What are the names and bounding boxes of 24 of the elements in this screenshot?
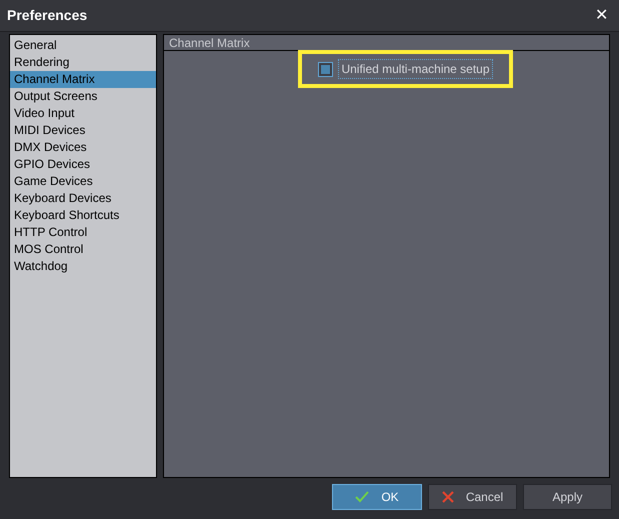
panel-title: Channel Matrix <box>169 34 250 52</box>
sidebar-item[interactable]: Keyboard Devices <box>10 190 156 207</box>
sidebar-item[interactable]: Channel Matrix <box>10 71 156 88</box>
sidebar-item[interactable]: HTTP Control <box>10 224 156 241</box>
sidebar-item[interactable]: Video Input <box>10 105 156 122</box>
sidebar-item[interactable]: GPIO Devices <box>10 156 156 173</box>
sidebar-item[interactable]: Keyboard Shortcuts <box>10 207 156 224</box>
sidebar-item[interactable]: Watchdog <box>10 258 156 275</box>
close-icon <box>442 491 454 503</box>
window-title: Preferences <box>7 6 88 25</box>
sidebar-item[interactable]: General <box>10 37 156 54</box>
sidebar-item[interactable]: MIDI Devices <box>10 122 156 139</box>
checkbox[interactable] <box>318 62 334 76</box>
ok-button[interactable]: OK <box>332 484 422 510</box>
apply-button[interactable]: Apply <box>523 484 612 510</box>
cancel-button[interactable]: Cancel <box>428 484 517 510</box>
sidebar-item[interactable]: MOS Control <box>10 241 156 258</box>
checkbox-label[interactable]: Unified multi-machine setup <box>338 59 493 79</box>
sidebar-item[interactable]: Game Devices <box>10 173 156 190</box>
sidebar-item[interactable]: Output Screens <box>10 88 156 105</box>
check-icon <box>355 491 370 503</box>
sidebar-item[interactable]: DMX Devices <box>10 139 156 156</box>
sidebar-item[interactable]: Rendering <box>10 54 156 71</box>
close-button[interactable]: ✕ <box>591 8 612 24</box>
